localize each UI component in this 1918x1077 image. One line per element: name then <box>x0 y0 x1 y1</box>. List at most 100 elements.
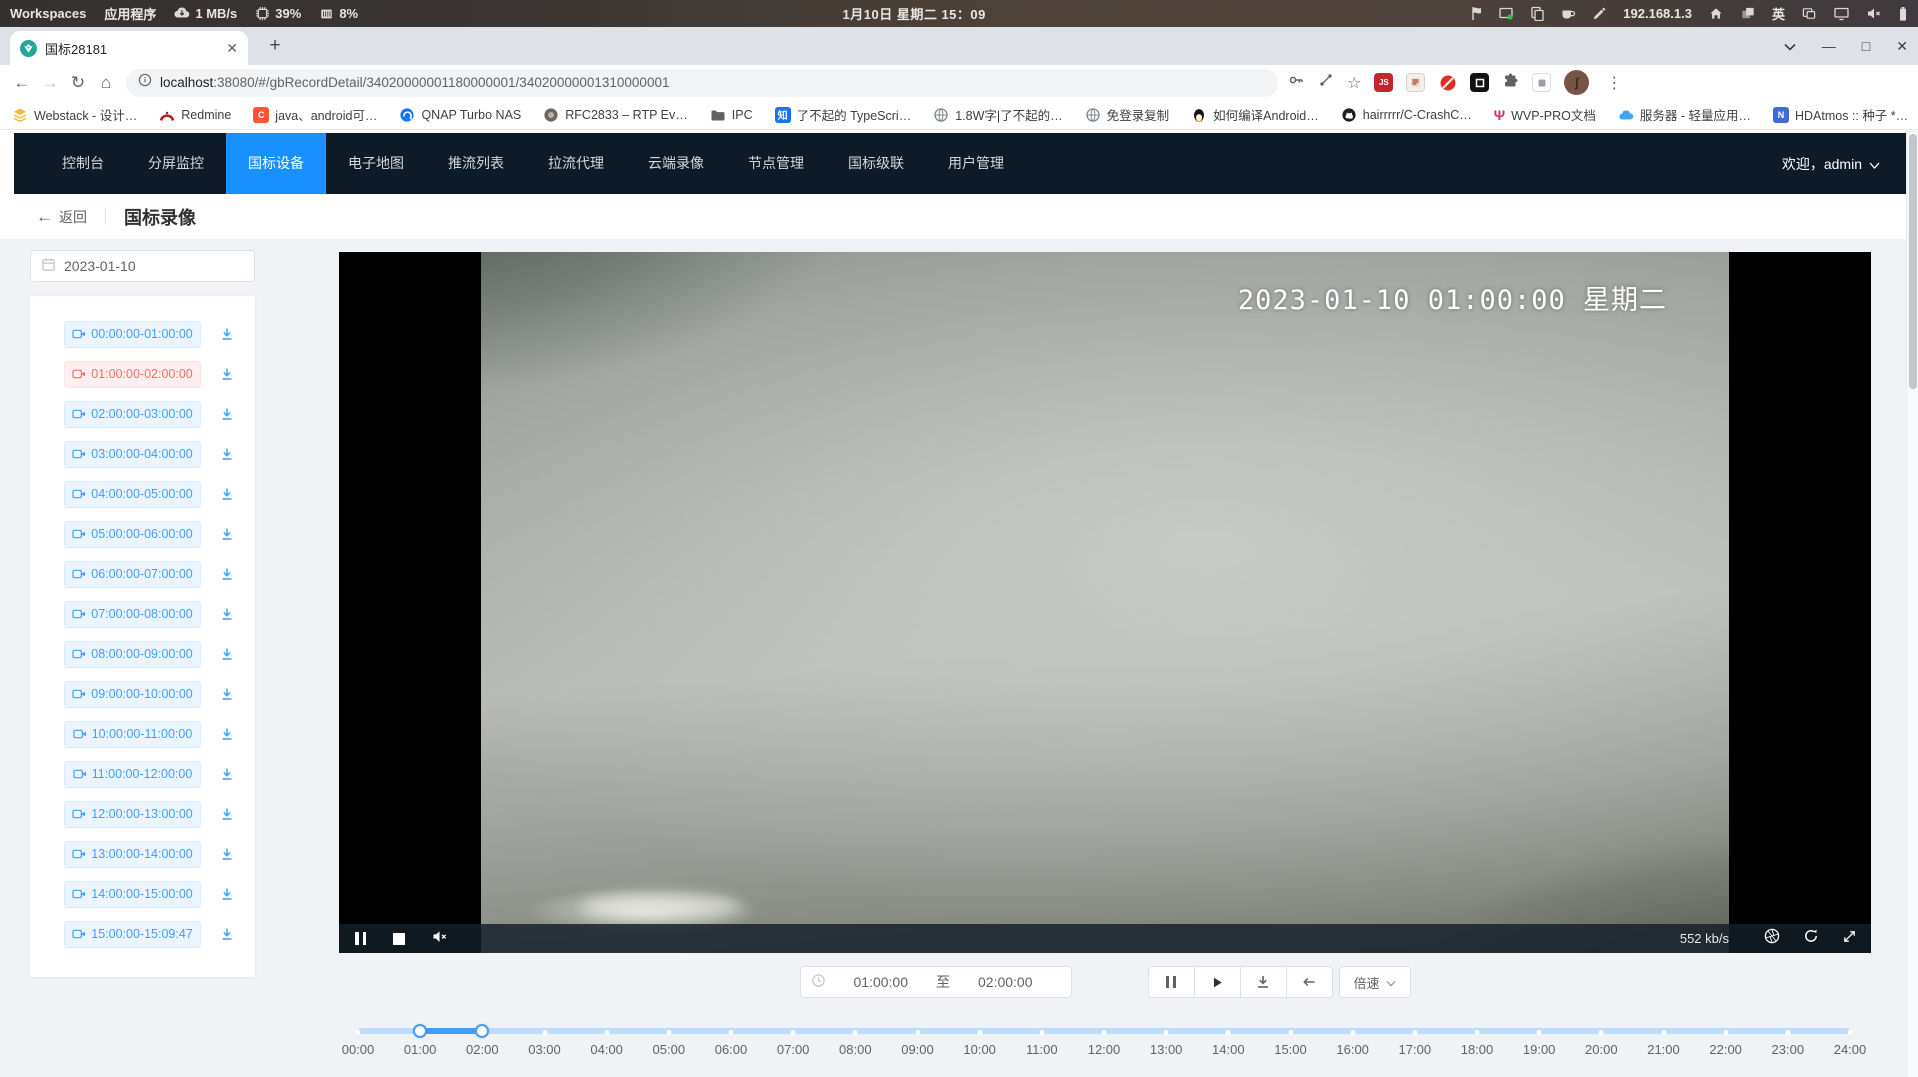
clipboard-icon[interactable] <box>1530 6 1544 21</box>
recording-button[interactable]: 01:00:00-02:00:00 <box>64 361 201 388</box>
color-picker-icon[interactable] <box>1592 6 1607 21</box>
recording-download-button[interactable] <box>219 806 235 822</box>
recording-button[interactable]: 15:00:00-15:09:47 <box>64 921 201 948</box>
video-player[interactable]: 2023-01-10 01:00:00 星期二 552 kb/s <box>339 252 1871 953</box>
nav-tab-3[interactable]: 国标设备 <box>226 133 326 194</box>
nav-tab-6[interactable]: 拉流代理 <box>526 133 626 194</box>
window-switcher-icon[interactable] <box>1801 6 1817 21</box>
window-maximize-button[interactable]: □ <box>1862 38 1870 54</box>
memory-indicator[interactable]: 8% <box>319 6 358 21</box>
recording-download-button[interactable] <box>219 926 235 942</box>
applications-button[interactable]: 应用程序 <box>104 4 156 23</box>
back-link[interactable]: ← 返回 <box>36 207 87 227</box>
browser-reload-button[interactable]: ↻ <box>64 69 92 97</box>
recording-download-button[interactable] <box>219 726 235 742</box>
recording-button[interactable]: 08:00:00-09:00:00 <box>64 641 201 668</box>
speed-dropdown[interactable]: 倍速 <box>1339 966 1411 998</box>
bookmark-item[interactable]: Cjava、android可… <box>253 105 377 124</box>
workspaces-button[interactable]: Workspaces <box>10 6 86 21</box>
site-info-icon[interactable] <box>138 73 152 92</box>
display-icon[interactable] <box>1833 6 1850 21</box>
system-clock[interactable]: 1月10日 星期二 15：09 <box>358 4 1470 23</box>
tab-search-chevron-icon[interactable] <box>1784 38 1796 54</box>
browser-home-button[interactable]: ⌂ <box>92 69 120 97</box>
bookmark-item[interactable]: IPC <box>710 107 753 123</box>
seek-back-button[interactable] <box>1286 966 1333 998</box>
recording-download-button[interactable] <box>219 566 235 582</box>
window-minimize-button[interactable]: — <box>1822 38 1836 54</box>
recording-button[interactable]: 06:00:00-07:00:00 <box>64 561 201 588</box>
slider-handle-end[interactable] <box>475 1024 489 1038</box>
player-refresh-button[interactable] <box>1803 928 1819 949</box>
recording-download-button[interactable] <box>219 886 235 902</box>
recording-button[interactable]: 07:00:00-08:00:00 <box>64 601 201 628</box>
volume-muted-icon[interactable] <box>1866 6 1882 21</box>
tab-close-icon[interactable]: ✕ <box>226 40 238 57</box>
bookmark-item[interactable]: 1.8W字|了不起的… <box>933 105 1062 124</box>
password-key-icon[interactable] <box>1288 72 1305 93</box>
recording-button[interactable]: 03:00:00-04:00:00 <box>64 441 201 468</box>
bookmark-item[interactable]: RFC2833 – RTP Ev… <box>543 107 688 123</box>
extensions-puzzle-icon[interactable] <box>1502 72 1519 94</box>
recording-download-button[interactable] <box>219 526 235 542</box>
profile-avatar[interactable]: ʃ <box>1564 70 1589 95</box>
recording-download-button[interactable] <box>219 606 235 622</box>
recording-button[interactable]: 12:00:00-13:00:00 <box>64 801 201 828</box>
bookmark-item[interactable]: 服务器 - 轻量应用… <box>1618 105 1751 124</box>
player-stop-button[interactable] <box>393 933 405 945</box>
recording-button[interactable]: 14:00:00-15:00:00 <box>64 881 201 908</box>
home-icon[interactable] <box>1708 6 1724 21</box>
browser-tab[interactable]: 国标28181 ✕ <box>10 31 248 65</box>
extension-blocker-icon[interactable] <box>1438 73 1457 92</box>
bookmark-star-icon[interactable]: ☆ <box>1347 73 1361 93</box>
scrollbar-thumb[interactable] <box>1909 134 1917 389</box>
date-picker-input[interactable]: 2023-01-10 <box>30 250 255 282</box>
screenshot-tool-icon[interactable] <box>1498 6 1514 21</box>
bookmark-item[interactable]: Webstack - 设计… <box>12 105 137 124</box>
recording-button[interactable]: 05:00:00-06:00:00 <box>64 521 201 548</box>
recording-download-button[interactable] <box>219 846 235 862</box>
nav-tab-10[interactable]: 用户管理 <box>926 133 1026 194</box>
start-time-value[interactable]: 01:00:00 <box>826 974 937 990</box>
bookmark-item[interactable]: Redmine <box>159 107 231 123</box>
download-button[interactable] <box>1240 966 1287 998</box>
player-pause-button[interactable] <box>355 932 366 945</box>
time-range-input[interactable]: 01:00:00 至 02:00:00 <box>800 966 1072 998</box>
recording-button[interactable]: 11:00:00-12:00:00 <box>64 761 201 788</box>
fullscreen-button[interactable] <box>1842 929 1857 949</box>
nav-tab-7[interactable]: 云端录像 <box>626 133 726 194</box>
recording-button[interactable]: 09:00:00-10:00:00 <box>64 681 201 708</box>
bookmark-item[interactable]: QNAP Turbo NAS <box>399 107 521 123</box>
nav-tab-9[interactable]: 国标级联 <box>826 133 926 194</box>
play-button[interactable] <box>1194 966 1241 998</box>
bookmark-item[interactable]: 免登录复制 <box>1085 105 1170 124</box>
cpu-indicator[interactable]: 39% <box>255 6 301 21</box>
nav-tab-8[interactable]: 节点管理 <box>726 133 826 194</box>
extension-dark-icon[interactable] <box>1470 73 1489 92</box>
recording-download-button[interactable] <box>219 326 235 342</box>
user-menu[interactable]: 欢迎，admin <box>1782 154 1880 174</box>
page-scrollbar[interactable] <box>1906 130 1918 1077</box>
bookmark-item[interactable]: hairrrrr/C-CrashC… <box>1341 107 1472 123</box>
recording-button[interactable]: 02:00:00-03:00:00 <box>64 401 201 428</box>
player-mute-button[interactable] <box>432 929 448 949</box>
browser-back-button[interactable]: ← <box>8 69 36 97</box>
recording-button[interactable]: 13:00:00-14:00:00 <box>64 841 201 868</box>
nav-tab-2[interactable]: 分屏监控 <box>126 133 226 194</box>
battery-icon[interactable] <box>1898 6 1908 22</box>
coffee-cup-icon[interactable] <box>1560 6 1576 21</box>
recording-button[interactable]: 04:00:00-05:00:00 <box>64 481 201 508</box>
browser-menu-icon[interactable]: ⋮ <box>1602 73 1626 93</box>
recording-button[interactable]: 00:00:00-01:00:00 <box>64 321 201 348</box>
snapshot-shutter-button[interactable] <box>1764 928 1780 949</box>
recording-download-button[interactable] <box>219 686 235 702</box>
timeline-slider[interactable]: 00:0001:0002:0003:0004:0005:0006:0007:00… <box>358 1020 1850 1076</box>
bookmark-item[interactable]: 如何编译Android… <box>1191 105 1319 124</box>
slider-handle-start[interactable] <box>413 1024 427 1038</box>
extension-light-icon[interactable] <box>1532 73 1551 92</box>
recording-download-button[interactable] <box>219 406 235 422</box>
nav-tab-1[interactable]: 控制台 <box>40 133 126 194</box>
nav-tab-4[interactable]: 电子地图 <box>326 133 426 194</box>
recording-download-button[interactable] <box>219 766 235 782</box>
workspaces-grid-icon[interactable] <box>1740 6 1756 21</box>
